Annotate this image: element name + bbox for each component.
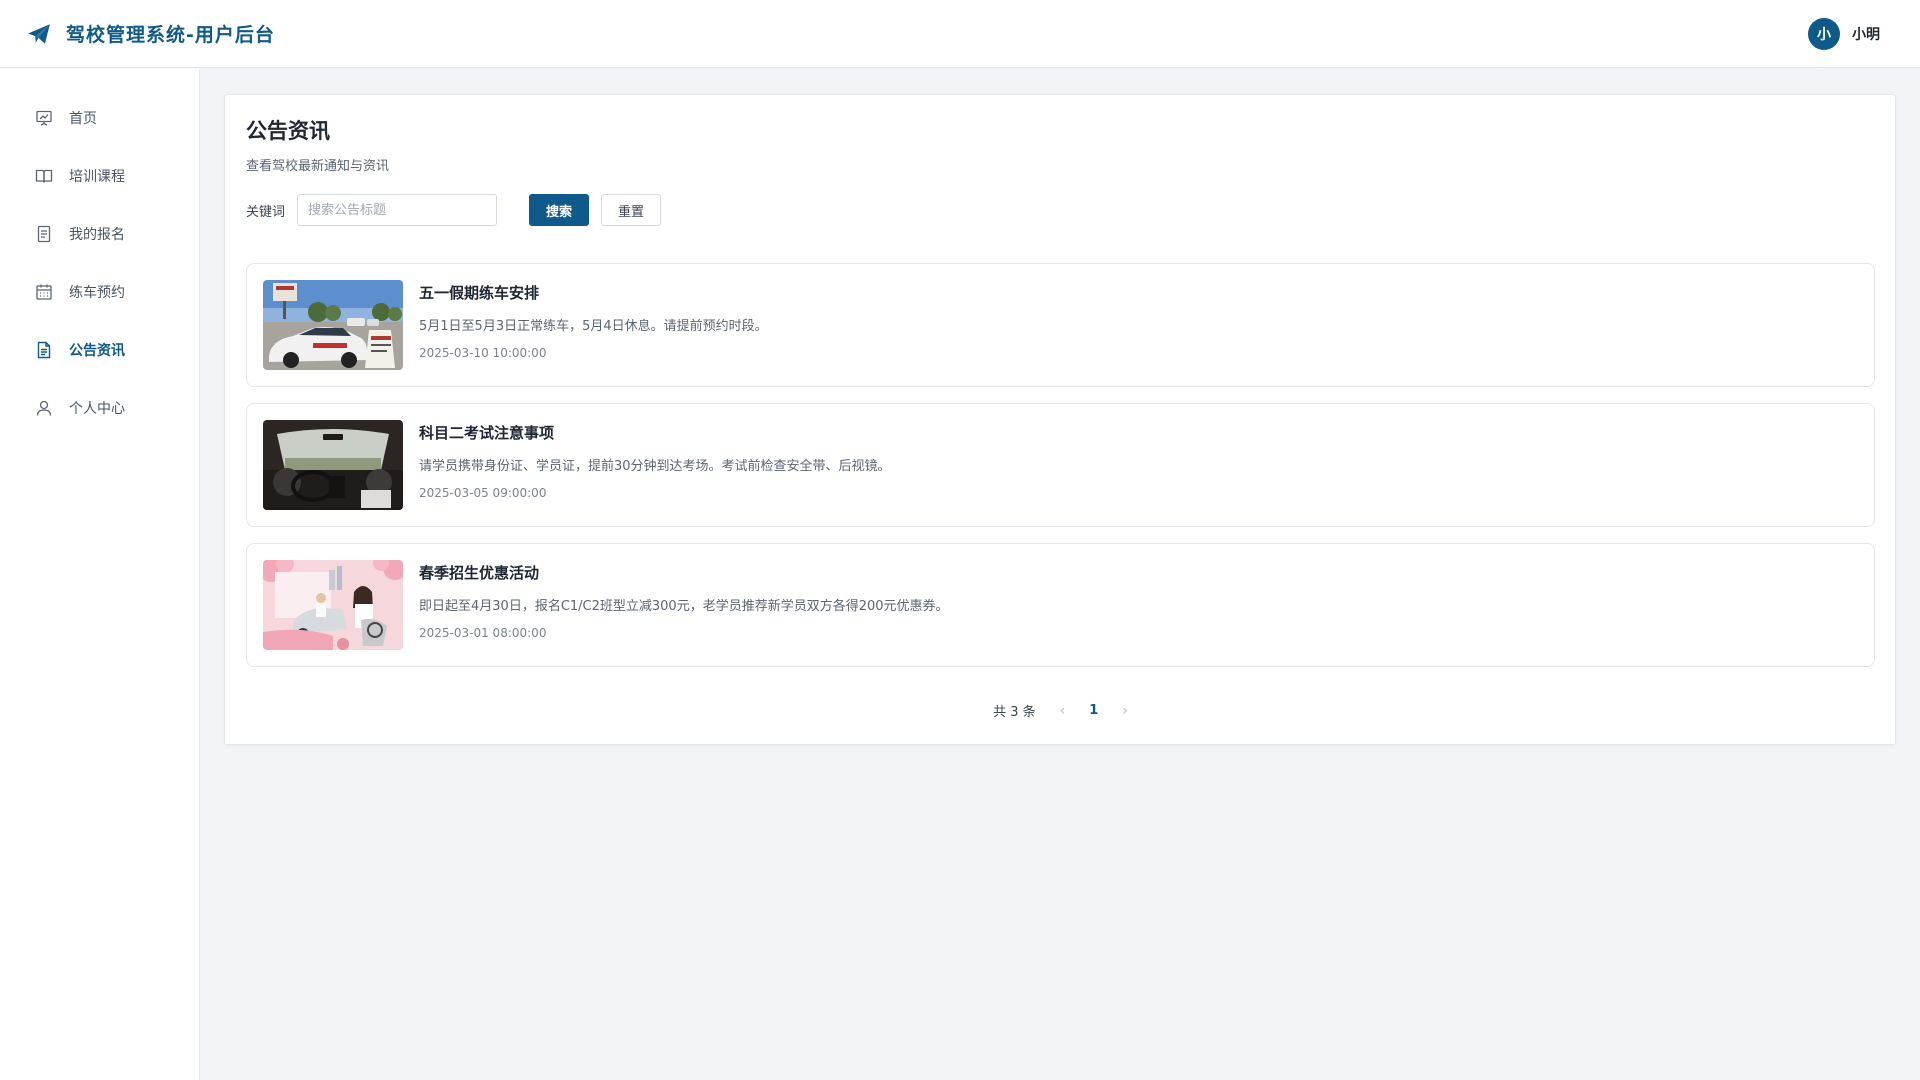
- brand[interactable]: 驾校管理系统-用户后台: [26, 20, 275, 47]
- announcement-thumbnail[interactable]: [263, 420, 403, 510]
- sidebar-item-label: 公告资讯: [69, 343, 125, 359]
- keyword-label: 关键词: [246, 204, 286, 220]
- announcement-body: 科目二考试注意事项 请学员携带身份证、学员证，提前30分钟到达考场。考试前检查安…: [419, 420, 891, 500]
- announcement-description: 5月1日至5月3日正常练车，5月4日休息。请提前预约时段。: [419, 319, 768, 334]
- announcement-item[interactable]: 五一假期练车安排 5月1日至5月3日正常练车，5月4日休息。请提前预约时段。 2…: [246, 263, 1875, 387]
- announcement-date: 2025-03-05 09:00:00: [419, 486, 547, 500]
- announcement-title[interactable]: 科目二考试注意事项: [419, 422, 891, 443]
- sidebar-item-label: 我的报名: [69, 227, 125, 243]
- sidebar-item-profile[interactable]: 个人中心: [0, 379, 199, 437]
- chevron-right-icon[interactable]: ›: [1122, 703, 1128, 719]
- presentation-icon: [35, 109, 53, 127]
- reset-button[interactable]: 重置: [601, 194, 662, 226]
- sidebar-item-booking[interactable]: 练车预约: [0, 263, 199, 321]
- search-bar: 关键词 搜索 重置: [246, 194, 1875, 226]
- chevron-left-icon[interactable]: ‹: [1060, 703, 1066, 719]
- announcement-date: 2025-03-10 10:00:00: [419, 346, 547, 360]
- pagination-page[interactable]: 1: [1089, 703, 1098, 718]
- page-title: 公告资讯: [246, 119, 330, 143]
- pagination: 共 3 条 ‹ 1 ›: [246, 701, 1875, 721]
- announcement-title[interactable]: 五一假期练车安排: [419, 282, 768, 303]
- sidebar-item-label: 个人中心: [69, 401, 125, 417]
- app-title: 驾校管理系统-用户后台: [66, 24, 275, 46]
- top-header: 驾校管理系统-用户后台 小 小明: [0, 0, 1920, 68]
- announcement-date: 2025-03-01 08:00:00: [419, 626, 547, 640]
- announcement-title[interactable]: 春季招生优惠活动: [419, 562, 949, 583]
- sidebar: 首页 培训课程 我的报名 练车预约 公告资讯 个人中心: [0, 69, 200, 1080]
- user-menu[interactable]: 小 小明: [1808, 17, 1880, 50]
- sidebar-item-home[interactable]: 首页: [0, 89, 199, 147]
- document-text-icon: [35, 341, 53, 359]
- announcements-panel: 公告资讯 查看驾校最新通知与资讯 关键词 搜索 重置: [224, 94, 1896, 745]
- announcement-description: 即日起至4月30日，报名C1/C2班型立减300元，老学员推荐新学员双方各得20…: [419, 599, 949, 614]
- book-icon: [35, 167, 53, 185]
- page-subtitle: 查看驾校最新通知与资讯: [246, 159, 390, 174]
- announcement-body: 春季招生优惠活动 即日起至4月30日，报名C1/C2班型立减300元，老学员推荐…: [419, 560, 949, 640]
- announcement-thumbnail[interactable]: [263, 280, 403, 370]
- sidebar-item-courses[interactable]: 培训课程: [0, 147, 199, 205]
- document-list-icon: [35, 225, 53, 243]
- user-icon: [35, 399, 53, 417]
- avatar[interactable]: 小: [1808, 17, 1840, 50]
- sidebar-item-label: 练车预约: [69, 285, 125, 301]
- announcement-thumbnail[interactable]: [263, 560, 403, 650]
- sidebar-item-label: 首页: [69, 111, 97, 127]
- announcement-item[interactable]: 科目二考试注意事项 请学员携带身份证、学员证，提前30分钟到达考场。考试前检查安…: [246, 403, 1875, 527]
- pagination-total: 共 3 条: [993, 705, 1036, 720]
- sidebar-item-enrollment[interactable]: 我的报名: [0, 205, 199, 263]
- announcement-body: 五一假期练车安排 5月1日至5月3日正常练车，5月4日休息。请提前预约时段。 2…: [419, 280, 768, 360]
- user-name[interactable]: 小明: [1852, 24, 1880, 44]
- search-button[interactable]: 搜索: [529, 194, 590, 226]
- calendar-icon: [35, 283, 53, 301]
- announcement-item[interactable]: 春季招生优惠活动 即日起至4月30日，报名C1/C2班型立减300元，老学员推荐…: [246, 543, 1875, 667]
- announcement-list: 五一假期练车安排 5月1日至5月3日正常练车，5月4日休息。请提前预约时段。 2…: [246, 263, 1875, 667]
- driving-school-car-image: [263, 280, 403, 370]
- car-interior-image: [263, 420, 403, 510]
- keyword-search-input[interactable]: [297, 194, 498, 226]
- paper-plane-icon: [26, 21, 52, 47]
- sidebar-item-label: 培训课程: [69, 169, 125, 185]
- main-content: 公告资讯 查看驾校最新通知与资讯 关键词 搜索 重置: [224, 94, 1896, 745]
- announcement-description: 请学员携带身份证、学员证，提前30分钟到达考场。考试前检查安全带、后视镜。: [419, 459, 891, 474]
- spring-promotion-image: [263, 560, 403, 650]
- sidebar-item-announcements[interactable]: 公告资讯: [0, 321, 199, 379]
